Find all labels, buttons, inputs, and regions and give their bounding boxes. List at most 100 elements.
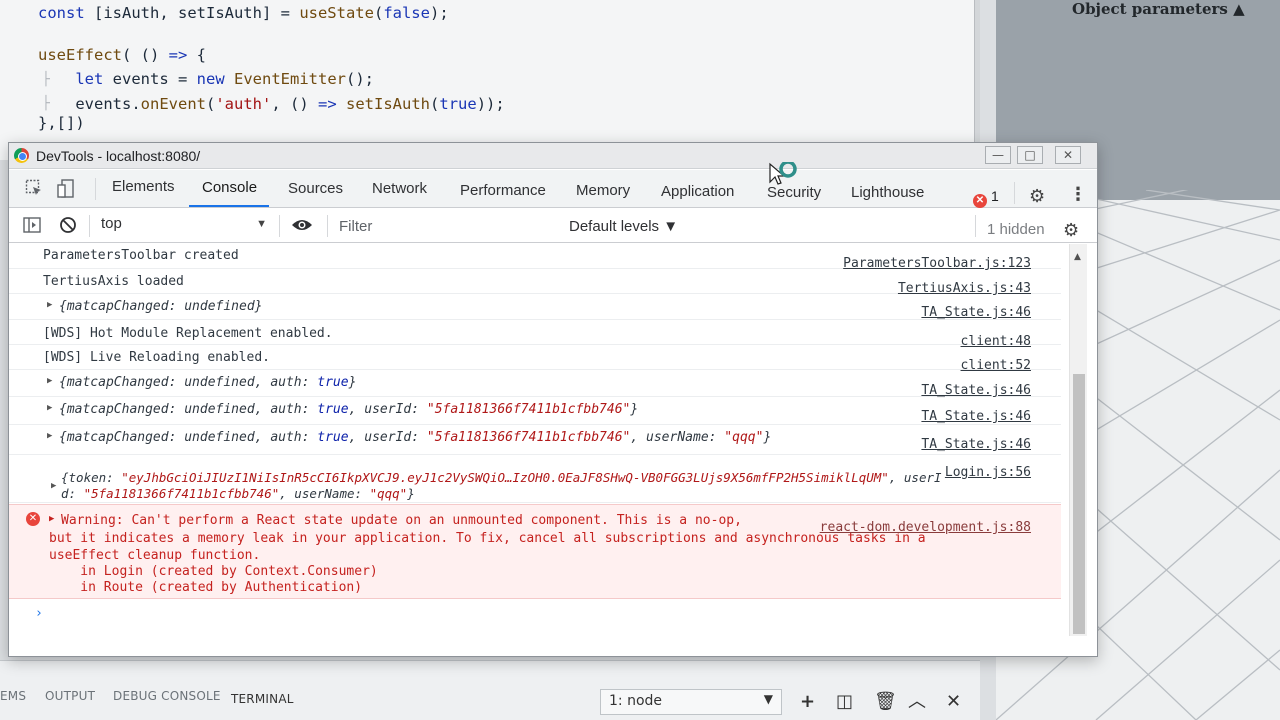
source-link[interactable]: TA_State.js:46 <box>921 409 1031 424</box>
console-warning[interactable]: ✕ ▶ Warning: Can't perform a React state… <box>9 504 1061 599</box>
device-toolbar-icon[interactable] <box>57 179 75 198</box>
console-message[interactable]: ▶ {matcapChanged: undefined} TA_State.js… <box>9 294 1061 320</box>
eye-icon[interactable] <box>291 217 312 235</box>
message-text: {matcapChanged: undefined} <box>59 299 263 314</box>
window-titlebar[interactable]: DevTools - localhost:8080/ — □ ✕ <box>9 143 1097 169</box>
close-icon[interactable]: ✕ <box>946 692 961 712</box>
console-message: [WDS] Hot Module Replacement enabled. cl… <box>9 320 1061 349</box>
expand-triangle-icon[interactable]: ▶ <box>47 300 52 310</box>
terminal-shell-value: 1: node <box>609 693 663 709</box>
context-select[interactable]: top ▼ <box>101 215 271 237</box>
tab-console[interactable]: Console <box>202 179 257 196</box>
code-line-1: const [isAuth, setIsAuth] = useState(fal… <box>38 4 449 22</box>
console-settings-icon[interactable]: ⚙ <box>1063 220 1081 241</box>
code-editor[interactable]: const [isAuth, setIsAuth] = useState(fal… <box>0 0 980 160</box>
split-icon[interactable]: ◫ <box>836 692 853 712</box>
more-options-icon[interactable]: ⋮ <box>1069 184 1087 205</box>
sidebar-toggle-icon[interactable] <box>23 216 41 234</box>
code-line-6: },[]) <box>38 114 85 132</box>
tab-application[interactable]: Application <box>661 183 734 200</box>
tab-debug-console[interactable]: DEBUG CONSOLE <box>113 689 221 703</box>
source-link[interactable]: TA_State.js:46 <box>921 383 1031 398</box>
warning-line-4: in Login (created by Context.Consumer) <box>49 564 378 579</box>
gear-icon[interactable]: ⚙ <box>1029 186 1047 207</box>
minimize-icon[interactable]: — <box>985 146 1011 164</box>
console-message[interactable]: ▶ {token: "eyJhbGciOiJIUzI1NiIsInR5cCI6I… <box>9 455 1061 503</box>
console-message: [WDS] Live Reloading enabled. client:52 <box>9 345 1061 373</box>
clear-console-icon[interactable] <box>59 216 77 234</box>
chrome-logo-icon <box>14 148 29 163</box>
scroll-up-icon[interactable]: ▲ <box>1074 252 1081 262</box>
tab-problems[interactable]: EMS <box>0 689 26 703</box>
editor-scrollbar[interactable] <box>974 0 980 160</box>
toolbar-divider <box>89 215 90 237</box>
console-scrollbar[interactable]: ▲ <box>1069 244 1087 636</box>
warning-line-2: but it indicates a memory leak in your a… <box>49 531 926 546</box>
log-levels-dropdown[interactable]: Default levels ▼ <box>569 218 678 235</box>
maximize-icon[interactable]: □ <box>1017 146 1043 164</box>
console-message: TertiusAxis loaded TertiusAxis.js:43 <box>9 269 1061 296</box>
source-link[interactable]: Login.js:56 <box>945 465 1031 480</box>
toolbar-divider <box>1014 182 1015 204</box>
console-prompt[interactable]: › <box>35 606 43 621</box>
tab-memory[interactable]: Memory <box>576 182 630 199</box>
tab-sources[interactable]: Sources <box>288 180 343 197</box>
message-text: [WDS] Hot Module Replacement enabled. <box>43 326 333 341</box>
mouse-cursor-icon <box>769 162 797 185</box>
window-title: DevTools - localhost:8080/ <box>36 148 201 164</box>
warning-line-1: Warning: Can't perform a React state upd… <box>61 513 742 528</box>
error-icon: ✕ <box>26 512 40 526</box>
message-text: ParametersToolbar created <box>43 248 239 263</box>
inspect-element-icon[interactable] <box>25 179 43 197</box>
expand-triangle-icon[interactable]: ▶ <box>47 376 52 386</box>
source-link[interactable]: react-dom.development.js:88 <box>820 520 1031 535</box>
tab-elements[interactable]: Elements <box>112 178 175 195</box>
console-message: ParametersToolbar created ParametersTool… <box>9 244 1061 271</box>
trash-icon[interactable]: 🗑 <box>874 692 897 712</box>
message-text: {matcapChanged: undefined, auth: true} <box>59 375 357 390</box>
source-link[interactable]: TA_State.js:46 <box>921 305 1031 320</box>
code-line-5: events.onEvent('auth', () => setIsAuth(t… <box>38 95 505 113</box>
close-icon[interactable]: ✕ <box>1055 146 1081 164</box>
tab-performance[interactable]: Performance <box>460 182 546 199</box>
message-text: {matcapChanged: undefined, auth: true, u… <box>59 430 772 445</box>
toolbar-divider <box>975 215 976 237</box>
message-text-line-1: {token: "eyJhbGciOiJIUzI1NiIsInR5cCI6Ikp… <box>61 470 942 485</box>
filter-input[interactable] <box>339 215 559 237</box>
scrollbar-thumb[interactable] <box>1073 374 1085 634</box>
toolbar-divider <box>279 215 280 237</box>
devtools-window: DevTools - localhost:8080/ — □ ✕ Element… <box>8 142 1098 657</box>
message-text: {matcapChanged: undefined, auth: true, u… <box>59 402 639 417</box>
object-parameters-toggle[interactable]: Object parameters ▲ <box>1072 0 1245 18</box>
terminal-panel: EMS OUTPUT DEBUG CONSOLE TERMINAL 1: nod… <box>0 660 980 720</box>
chevron-up-icon[interactable]: ︿ <box>908 692 926 712</box>
active-tab-indicator <box>189 205 269 207</box>
console-output[interactable]: ParametersToolbar created ParametersTool… <box>9 244 1061 636</box>
tab-lighthouse[interactable]: Lighthouse <box>851 184 924 201</box>
expand-triangle-icon[interactable]: ▶ <box>47 403 52 413</box>
code-line-4: let events = new EventEmitter(); <box>75 70 374 88</box>
chevron-down-icon: ▼ <box>763 692 773 706</box>
toolbar-divider <box>95 178 96 200</box>
hidden-messages-count: 1 hidden <box>987 221 1045 238</box>
context-value: top <box>101 215 122 232</box>
source-link[interactable]: TA_State.js:46 <box>921 437 1031 452</box>
expand-triangle-icon[interactable]: ▶ <box>49 514 54 524</box>
console-message[interactable]: ▶ {matcapChanged: undefined, auth: true,… <box>9 397 1061 425</box>
expand-triangle-icon[interactable]: ▶ <box>51 481 56 491</box>
console-message[interactable]: ▶ {matcapChanged: undefined, auth: true}… <box>9 370 1061 398</box>
error-counter[interactable]: ✕ 1 <box>973 188 999 208</box>
terminal-shell-select[interactable]: 1: node ▼ <box>600 689 782 715</box>
expand-triangle-icon[interactable]: ▶ <box>47 431 52 441</box>
toolbar-divider <box>327 215 328 237</box>
console-message[interactable]: ▶ {matcapChanged: undefined, auth: true,… <box>9 425 1061 455</box>
error-count: 1 <box>991 188 999 204</box>
message-text-line-2: d: "5fa1181366f7411b1cfbb746", userName:… <box>61 486 415 501</box>
code-line-3: useEffect( () => { <box>38 46 207 64</box>
tab-network[interactable]: Network <box>372 180 427 197</box>
plus-icon[interactable]: + <box>800 692 815 712</box>
tab-terminal[interactable]: TERMINAL <box>231 692 294 706</box>
warning-line-5: in Route (created by Authentication) <box>49 580 363 595</box>
tab-output[interactable]: OUTPUT <box>45 689 95 703</box>
warning-line-3: useEffect cleanup function. <box>49 548 261 563</box>
